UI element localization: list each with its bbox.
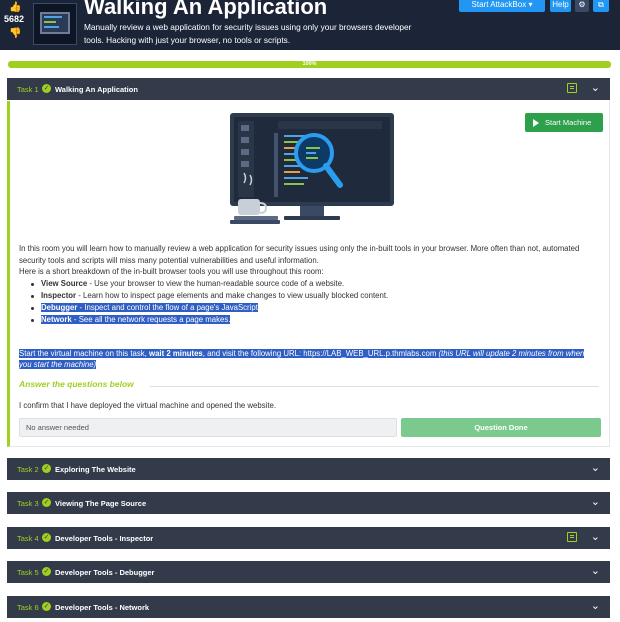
bookmark-icon[interactable]: ⧉ xyxy=(593,0,609,12)
room-thumbnail xyxy=(33,3,77,45)
task-title: Walking An Application xyxy=(55,85,138,94)
chevron-down-icon[interactable]: ⌄ xyxy=(591,461,600,474)
list-item: Inspector - Learn how to inspect page el… xyxy=(29,290,589,302)
answer-heading: Answer the questions below xyxy=(19,379,134,389)
gear-icon[interactable]: ⚙ xyxy=(575,0,589,12)
progress-label: 100% xyxy=(302,61,317,67)
list-item: Network - See all the network requests a… xyxy=(29,314,589,326)
monitor-illustration xyxy=(230,113,394,224)
chevron-down-icon[interactable]: ⌄ xyxy=(591,530,600,543)
task-number: Task 1 xyxy=(17,85,39,94)
thumbs-up-icon[interactable]: 👍 xyxy=(9,2,21,13)
vote-widget: 👍 5682 👎 xyxy=(0,0,30,50)
task-title: Exploring The Website xyxy=(55,465,136,474)
tools-list: View Source - Use your browser to view t… xyxy=(29,278,589,326)
question-done-button[interactable]: Question Done xyxy=(401,418,601,437)
check-circle-icon: ✓ xyxy=(42,84,51,93)
task-number: Task 2 xyxy=(17,465,39,474)
task-title: Viewing The Page Source xyxy=(55,499,147,508)
task-number: Task 6 xyxy=(17,603,39,612)
list-item: View Source - Use your browser to view t… xyxy=(29,278,589,290)
check-circle-icon: ✓ xyxy=(42,602,51,611)
task-number: Task 5 xyxy=(17,568,39,577)
room-header: 👍 5682 👎 Walking An Application Manually… xyxy=(0,0,620,50)
chevron-down-icon[interactable]: ⌄ xyxy=(591,495,600,508)
answer-field[interactable]: No answer needed xyxy=(19,418,397,437)
list-item: Debugger - Inspect and control the flow … xyxy=(29,302,589,314)
room-description: Manually review a web application for se… xyxy=(84,22,412,45)
start-machine-button[interactable]: Start Machine xyxy=(525,113,603,132)
task-4-header[interactable]: Task 4 ✓ Developer Tools - Inspector ⌄ xyxy=(7,527,610,549)
check-circle-icon: ✓ xyxy=(42,567,51,576)
intro-paragraph: In this room you will learn how to manua… xyxy=(19,244,580,265)
play-icon xyxy=(533,119,539,127)
start-attackbox-button[interactable]: Start AttackBox ▾ xyxy=(459,0,545,12)
task-title: Developer Tools - Debugger xyxy=(55,568,155,577)
breakdown-intro: Here is a short breakdown of the in-buil… xyxy=(19,267,324,276)
help-button[interactable]: Help xyxy=(550,0,571,12)
note-icon[interactable] xyxy=(567,532,577,542)
task-number: Task 3 xyxy=(17,499,39,508)
task-1-content: Start Machine In this room you will lear… xyxy=(7,101,610,447)
task-2-header[interactable]: Task 2 ✓ Exploring The Website ⌄ xyxy=(7,458,610,480)
chevron-down-icon[interactable]: ⌄ xyxy=(591,81,600,94)
check-circle-icon: ✓ xyxy=(42,464,51,473)
vm-instructions: Start the virtual machine on this task, … xyxy=(19,349,585,369)
check-circle-icon: ✓ xyxy=(42,498,51,507)
task-6-header[interactable]: Task 6 ✓ Developer Tools - Network ⌄ xyxy=(7,596,610,618)
check-circle-icon: ✓ xyxy=(42,533,51,542)
thumbs-down-icon[interactable]: 👎 xyxy=(9,28,21,39)
task-number: Task 4 xyxy=(17,534,39,543)
task-3-header[interactable]: Task 3 ✓ Viewing The Page Source ⌄ xyxy=(7,492,610,514)
task-title: Developer Tools - Network xyxy=(55,603,150,612)
question-text: I confirm that I have deployed the virtu… xyxy=(19,401,277,410)
vote-count: 5682 xyxy=(4,14,25,24)
chevron-down-icon[interactable]: ⌄ xyxy=(591,599,600,612)
task-1-header[interactable]: Task 1 ✓ Walking An Application ⌄ xyxy=(7,78,610,100)
task-title: Developer Tools - Inspector xyxy=(55,534,154,543)
task-5-header[interactable]: Task 5 ✓ Developer Tools - Debugger ⌄ xyxy=(7,561,610,583)
chevron-down-icon[interactable]: ⌄ xyxy=(591,564,600,577)
room-progress-bar: 100% xyxy=(8,61,611,68)
divider xyxy=(150,386,599,387)
note-icon[interactable] xyxy=(567,83,577,93)
room-title: Walking An Application xyxy=(84,0,328,19)
